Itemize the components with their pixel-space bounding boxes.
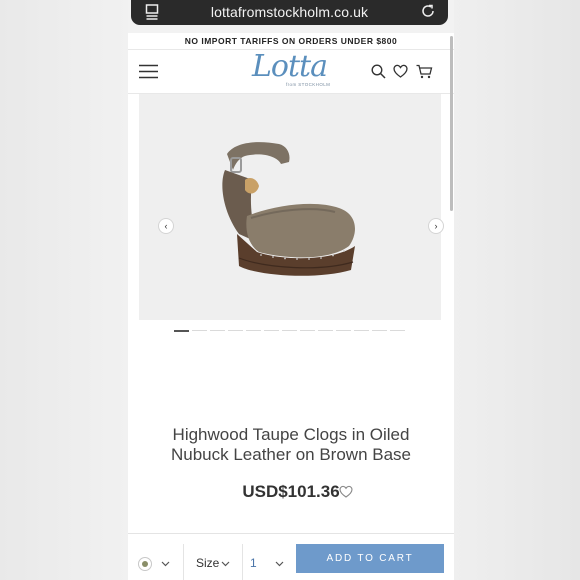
gallery-prev-button[interactable]: ‹ <box>158 218 174 234</box>
url-text: lottafromstockholm.co.uk <box>210 4 369 20</box>
gallery-next-button[interactable]: › <box>428 218 444 234</box>
product-image <box>222 142 355 276</box>
product-title-line1: Highwood Taupe Clogs in Oiled <box>172 425 410 444</box>
wishlist-heart-icon[interactable] <box>339 485 353 498</box>
pagination-dot[interactable] <box>372 330 387 331</box>
chevron-down-icon[interactable] <box>221 561 230 567</box>
product-title-line2: Nubuck Leather on Brown Base <box>170 445 412 464</box>
phone-screen: lottafromstockholm.co.uk NO IMPORT TARIF… <box>128 0 454 580</box>
address-field[interactable]: lottafromstockholm.co.uk <box>131 0 448 25</box>
site-logo[interactable]: Lotta from STOCKHOLM <box>248 49 332 92</box>
logo-text: Lotta <box>252 49 328 84</box>
search-icon[interactable] <box>371 64 386 79</box>
pagination-dot[interactable] <box>210 330 225 331</box>
quantity-select[interactable]: 1 <box>250 556 257 570</box>
chevron-down-icon[interactable] <box>161 561 170 567</box>
chevron-down-icon[interactable] <box>275 561 284 567</box>
pagination-dot[interactable] <box>318 330 333 331</box>
gallery-pagination <box>174 330 405 333</box>
size-select[interactable]: Size <box>196 556 219 570</box>
divider <box>242 544 243 580</box>
price-row: USD$101.36 <box>128 482 454 502</box>
cart-icon[interactable] <box>416 64 433 79</box>
color-swatch-fill <box>142 561 148 567</box>
pagination-dot[interactable] <box>282 330 297 331</box>
menu-icon[interactable] <box>139 64 158 79</box>
background-right <box>454 0 580 580</box>
pagination-dot[interactable] <box>300 330 315 331</box>
product-price: USD$101.36 <box>242 482 340 501</box>
color-selector[interactable] <box>138 557 152 571</box>
page-scrollbar[interactable] <box>450 36 453 211</box>
logo-subtext: from STOCKHOLM <box>286 82 331 87</box>
pagination-dot[interactable] <box>174 330 189 332</box>
pagination-dot[interactable] <box>336 330 351 331</box>
promo-banner: NO IMPORT TARIFFS ON ORDERS UNDER $800 <box>184 36 398 46</box>
divider <box>183 544 184 580</box>
pagination-dot[interactable] <box>354 330 369 331</box>
pagination-dot[interactable] <box>246 330 261 331</box>
browser-url-bar: lottafromstockholm.co.uk <box>128 0 454 33</box>
pagination-dot[interactable] <box>228 330 243 331</box>
product-title: Highwood Taupe Clogs in Oiled Nubuck Lea… <box>128 425 454 465</box>
background-left <box>0 0 128 580</box>
heart-icon[interactable] <box>393 64 408 78</box>
reload-icon[interactable] <box>420 3 436 19</box>
pagination-dot[interactable] <box>192 330 207 331</box>
purchase-bar: Size 1 ADD TO CART <box>128 533 454 580</box>
product-image-gallery[interactable]: ‹ › <box>139 94 444 320</box>
pagination-dot[interactable] <box>390 330 405 331</box>
pagination-dot[interactable] <box>264 330 279 331</box>
site-header: Lotta from STOCKHOLM <box>128 49 454 94</box>
add-to-cart-button[interactable]: ADD TO CART <box>296 544 444 573</box>
